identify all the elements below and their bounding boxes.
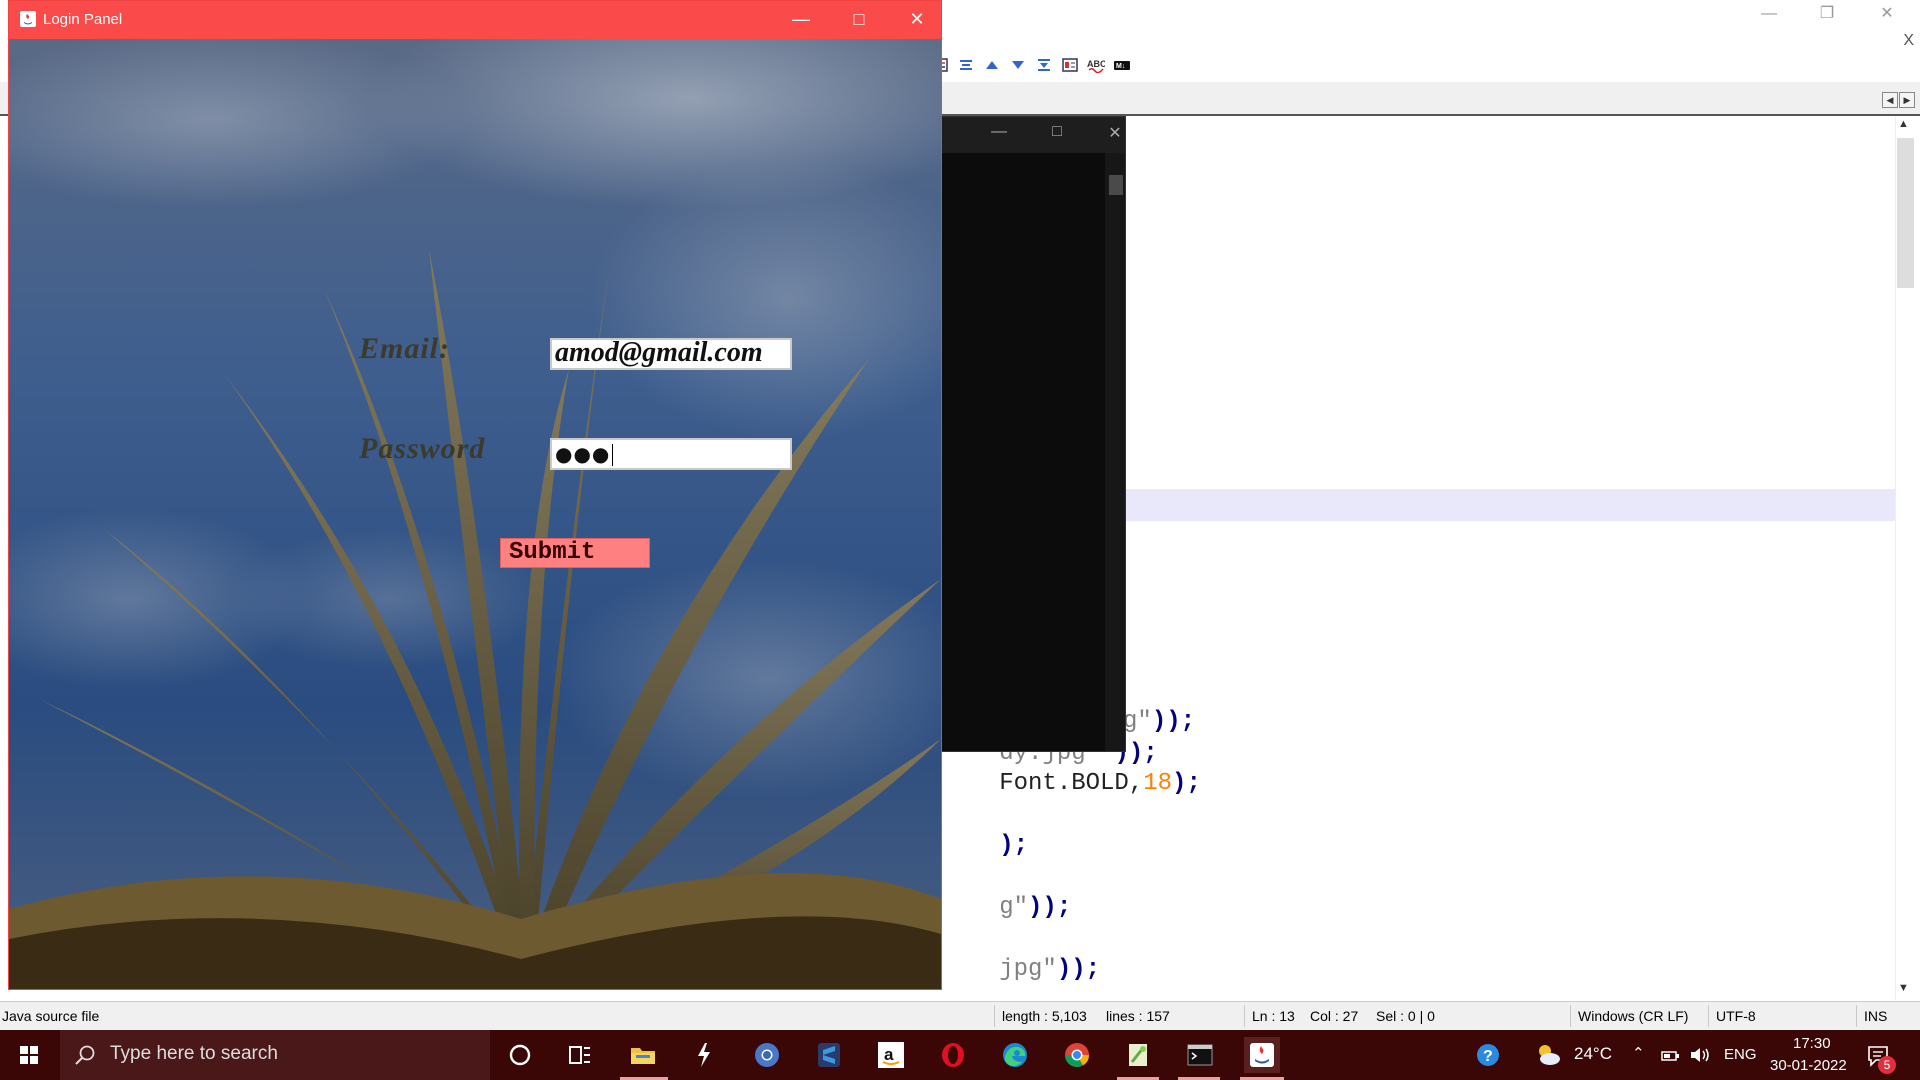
code-line: e",Font.BOLD,18); — [1000, 770, 1201, 797]
toolbar-sort-icon[interactable] — [956, 56, 976, 74]
console-window[interactable]: — □ ✕ — [930, 116, 1126, 752]
svg-text:M↓: M↓ — [1116, 63, 1125, 70]
status-sel: Sel : 0 | 0 — [1376, 1008, 1435, 1024]
email-label: Email: — [359, 332, 451, 365]
window-title: Login Panel — [43, 11, 123, 28]
java-icon[interactable] — [1244, 1037, 1280, 1073]
status-file-type: Java source file — [2, 1008, 100, 1024]
edge-icon[interactable] — [997, 1037, 1033, 1073]
current-line-highlight — [1000, 489, 1896, 521]
notepad-plus-icon[interactable] — [1120, 1037, 1156, 1073]
login-close-button[interactable]: ✕ — [889, 7, 941, 33]
winscp-icon[interactable] — [686, 1037, 722, 1073]
code-area[interactable]: g")); _body.jpg ")); e",Font.BOLD,18); g… — [1000, 116, 1896, 1000]
status-encoding[interactable]: UTF-8 — [1716, 1008, 1756, 1024]
restore-button[interactable]: ❐ — [1798, 0, 1856, 30]
login-background: Email: amod@gmail.com Password ●●● Submi… — [9, 39, 941, 989]
console-minimize-button[interactable]: — — [979, 123, 1019, 141]
password-label: Password — [359, 432, 486, 465]
status-ln: Ln : 13 — [1252, 1008, 1295, 1024]
opera-icon[interactable] — [935, 1037, 971, 1073]
password-mask: ●●● — [555, 442, 611, 466]
chrome-icon[interactable] — [1059, 1037, 1095, 1073]
code-line: ut.jpg")); — [1000, 956, 1101, 983]
toolbar-fold-icon[interactable] — [1034, 56, 1054, 74]
scroll-up-icon[interactable]: ▲ — [1898, 118, 1909, 130]
weather-icon[interactable] — [1530, 1037, 1566, 1073]
file-explorer-icon[interactable] — [625, 1037, 661, 1073]
login-window: Login Panel — □ ✕ Email: amod@gmail.com … — [8, 0, 942, 990]
volume-icon[interactable] — [1688, 1045, 1712, 1065]
close-button[interactable]: ✕ — [1858, 0, 1916, 30]
java-icon — [20, 11, 36, 27]
console-scrollbar-thumb[interactable] — [1109, 175, 1123, 195]
svg-text:ABC: ABC — [1087, 59, 1105, 69]
help-icon[interactable]: ? — [1470, 1037, 1506, 1073]
spellcheck-icon[interactable]: ABC — [1086, 56, 1106, 74]
close-document-button[interactable]: X — [1903, 32, 1914, 50]
status-divider — [994, 1005, 995, 1027]
console-scrollbar[interactable] — [1105, 153, 1125, 751]
search-placeholder: Type here to search — [110, 1043, 278, 1064]
cortana-icon[interactable] — [502, 1037, 538, 1073]
status-length: length : 5,103 — [1002, 1008, 1087, 1024]
weather-temperature[interactable]: 24°C — [1574, 1044, 1612, 1064]
windows-logo-icon — [20, 1046, 38, 1064]
login-minimize-button[interactable]: — — [773, 7, 829, 33]
toolbar-down-icon[interactable] — [1008, 56, 1028, 74]
status-divider — [1570, 1005, 1571, 1027]
editor-toolbar: ABC M↓ — [930, 52, 1132, 78]
login-title-bar: Login Panel — □ ✕ — [9, 1, 941, 39]
code-line: g")); — [1000, 832, 1029, 859]
sublime-icon[interactable] — [811, 1037, 847, 1073]
submit-button[interactable]: Submit — [500, 538, 650, 568]
markdown-icon[interactable]: M↓ — [1112, 56, 1132, 74]
login-maximize-button[interactable]: □ — [831, 7, 887, 33]
clock-time[interactable]: 17:30 — [1793, 1035, 1831, 1052]
scroll-down-icon[interactable]: ▼ — [1898, 982, 1909, 994]
vertical-scrollbar-thumb[interactable] — [1897, 138, 1914, 288]
status-mode[interactable]: INS — [1864, 1008, 1887, 1024]
status-divider — [1856, 1005, 1857, 1027]
search-icon — [75, 1045, 95, 1065]
tab-scroll-right-icon[interactable]: ▶ — [1899, 92, 1915, 108]
status-divider — [1244, 1005, 1245, 1027]
start-button[interactable] — [0, 1030, 58, 1080]
console-title-bar: — □ ✕ — [931, 117, 1125, 153]
toolbar-panel-icon[interactable] — [1060, 56, 1080, 74]
book-background-image — [9, 39, 941, 989]
taskbar: Type here to search a ? 24°C ⌃ ENG 17:30… — [0, 1030, 1920, 1080]
status-bar: Java source file length : 5,103 lines : … — [0, 1001, 1920, 1030]
svg-text:?: ? — [1483, 1048, 1493, 1065]
task-view-icon[interactable] — [562, 1037, 598, 1073]
notification-badge: 5 — [1878, 1056, 1896, 1074]
code-line: .jpg")); — [1000, 894, 1072, 921]
status-eol[interactable]: Windows (CR LF) — [1578, 1008, 1688, 1024]
password-input[interactable]: ●●● — [550, 438, 792, 470]
status-lines: lines : 157 — [1106, 1008, 1170, 1024]
console-maximize-button[interactable]: □ — [1037, 123, 1077, 141]
clock-date[interactable]: 30-01-2022 — [1770, 1057, 1847, 1074]
email-input[interactable]: amod@gmail.com — [550, 338, 792, 370]
amazon-icon[interactable]: a — [873, 1037, 909, 1073]
console-close-button[interactable]: ✕ — [1095, 123, 1135, 143]
terminal-icon[interactable] — [1182, 1037, 1218, 1073]
status-divider — [1708, 1005, 1709, 1027]
toolbar-up-icon[interactable] — [982, 56, 1002, 74]
status-col: Col : 27 — [1310, 1008, 1359, 1024]
network-icon[interactable] — [1660, 1046, 1682, 1064]
taskbar-search-box[interactable]: Type here to search — [60, 1030, 490, 1080]
chrome-canary-icon[interactable] — [749, 1037, 785, 1073]
language-indicator[interactable]: ENG — [1724, 1046, 1757, 1063]
svg-text:a: a — [884, 1045, 894, 1064]
text-caret — [612, 443, 614, 466]
minimize-button[interactable]: — — [1740, 0, 1798, 30]
chevron-up-icon[interactable]: ⌃ — [1632, 1044, 1645, 1062]
tab-scroll-left-icon[interactable]: ◀ — [1882, 92, 1898, 108]
